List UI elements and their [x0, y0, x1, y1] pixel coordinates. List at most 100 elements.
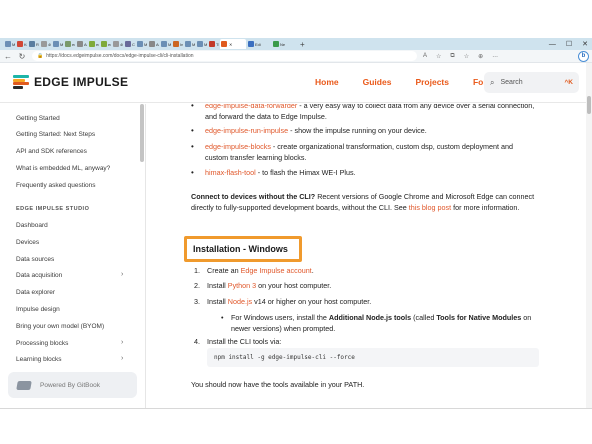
search-button[interactable]: ⌕ Search ^K — [484, 72, 579, 93]
heading-text: Installation - Windows — [193, 244, 288, 254]
lock-icon: 🔒 — [37, 53, 44, 59]
sidebar-item[interactable]: Dashboard — [16, 222, 48, 229]
new-tab-button[interactable]: + — [300, 40, 305, 49]
sidebar-item[interactable]: What is embedded ML, anyway? — [16, 165, 110, 172]
tab-label: Mo — [144, 41, 147, 47]
browser-tab[interactable]: 404 — [112, 39, 123, 49]
browser-tab[interactable]: Ins — [172, 39, 183, 49]
tab-favicon-icon — [17, 41, 23, 47]
sidebar-item[interactable]: API and SDK references — [16, 148, 87, 155]
minimize-icon[interactable]: — — [549, 41, 556, 48]
sidebar-item[interactable]: Data acquisition — [16, 272, 62, 279]
tab-favicon-icon — [248, 41, 254, 47]
extensions-icon[interactable]: ⊕ — [478, 53, 483, 60]
nav-link-guides[interactable]: Guides — [363, 77, 392, 87]
tab-favicon-icon — [5, 41, 11, 47]
browser-tab[interactable]: ✕ — [220, 39, 246, 49]
tab-favicon-icon — [197, 41, 203, 47]
sidebar-item[interactable]: Devices — [16, 239, 39, 246]
step-link[interactable]: Python 3 — [228, 281, 256, 290]
sidebar-item[interactable]: Processing blocks — [16, 340, 68, 347]
tab-label: Ke — [24, 41, 27, 47]
code-block[interactable]: npm install -g edge-impulse-cli --force — [207, 348, 539, 367]
logo-text: EDGE IMPULSE — [34, 75, 129, 89]
browser-tab[interactable]: Acc — [76, 39, 87, 49]
blog-post-link[interactable]: this blog post — [409, 203, 451, 212]
back-arrow-icon[interactable]: ← — [4, 52, 12, 61]
tab-label: Edi — [255, 41, 261, 47]
windows-node-tools-note: For Windows users, install the Additiona… — [221, 312, 541, 334]
sidebar-item[interactable]: Data explorer — [16, 289, 55, 296]
browser-tab[interactable]: Thi — [208, 39, 219, 49]
cli-tool-bullet: edge-impulse-blocks - create organizatio… — [191, 141, 536, 163]
browser-tab[interactable]: Mo — [52, 39, 63, 49]
sidebar-item[interactable]: Frequently asked questions — [16, 182, 96, 189]
powered-by-gitbook[interactable]: Powered By GitBook — [8, 372, 137, 398]
step-text-pre: Install — [207, 281, 228, 290]
tab-favicon-icon — [113, 41, 119, 47]
sidebar-item[interactable]: Impulse design — [16, 306, 60, 313]
chevron-right-icon[interactable]: › — [121, 271, 123, 278]
sidebar-item[interactable]: Data sources — [16, 256, 54, 263]
chevron-right-icon[interactable]: › — [121, 355, 123, 362]
sidebar-item[interactable]: Learning blocks — [16, 356, 62, 363]
edge-impulse-logo[interactable]: EDGE IMPULSE — [13, 75, 129, 90]
sidebar-scrollbar[interactable] — [140, 104, 144, 162]
browser-tab[interactable]: Mo — [136, 39, 147, 49]
cli-tool-link[interactable]: himax-flash-tool — [205, 168, 256, 177]
sidebar-item[interactable]: Bring your own model (BYOM) — [16, 323, 104, 330]
more-menu-icon[interactable]: … — [492, 53, 498, 59]
gitbook-label: Powered By GitBook — [40, 381, 100, 389]
step-text-post: v14 or higher on your host computer. — [252, 297, 372, 306]
browser-tab[interactable]: Mo — [4, 39, 15, 49]
step-link[interactable]: Node.js — [228, 297, 252, 306]
chevron-right-icon[interactable]: › — [121, 339, 123, 346]
browser-tab[interactable]: Ne — [272, 39, 296, 49]
bing-copilot-icon[interactable]: b — [578, 51, 589, 62]
tab-close-icon[interactable]: ✕ — [229, 42, 232, 47]
step-text-pre: Create an — [207, 266, 241, 275]
cli-tool-link[interactable]: edge-impulse-run-impulse — [205, 126, 288, 135]
favorite-icon[interactable]: ☆ — [436, 53, 441, 60]
cli-tool-bullet: himax-flash-tool - to flash the Himax WE… — [191, 167, 536, 178]
split-screen-icon[interactable]: ⧉ — [450, 53, 454, 60]
browser-tab[interactable]: Arc — [148, 39, 159, 49]
read-aloud-icon[interactable]: A — [423, 53, 427, 59]
step-link[interactable]: Edge Impulse account — [241, 266, 312, 275]
page-scrollbar-thumb[interactable] — [587, 96, 591, 114]
browser-tab-bar: Mo Ke Re 404 Mo eco Acc edg edg 404 CO Mo Arc Mo Ins Mo… — [0, 38, 592, 50]
browser-tab[interactable]: eco — [64, 39, 75, 49]
step-text: Install Node.js v14 or higher on your ho… — [207, 296, 542, 307]
browser-tab[interactable]: Mo — [196, 39, 207, 49]
browser-tab[interactable]: edg — [100, 39, 111, 49]
gitbook-icon — [16, 380, 32, 390]
maximize-icon[interactable]: ☐ — [566, 40, 572, 48]
refresh-icon[interactable]: ↻ — [18, 52, 26, 61]
browser-tab[interactable]: CO — [124, 39, 135, 49]
browser-tab[interactable]: 404 — [40, 39, 51, 49]
step-text: Create an Edge Impulse account. — [207, 265, 542, 276]
logo-mark-icon — [13, 75, 29, 90]
page-scrollbar-track[interactable] — [586, 63, 592, 408]
sidebar-item[interactable]: Getting Started: Next Steps — [16, 131, 95, 138]
address-bar-icons: A ☆ ⧉ ☆ ⊕ … — [423, 53, 498, 60]
browser-tab[interactable]: Mo — [160, 39, 171, 49]
tab-label: Mo — [192, 41, 195, 47]
browser-tab[interactable]: Re — [28, 39, 39, 49]
browser-tab[interactable]: Ke — [16, 39, 27, 49]
favorites-bar-icon[interactable]: ☆ — [464, 53, 469, 60]
tab-favicon-icon — [185, 41, 191, 47]
nav-link-projects[interactable]: Projects — [415, 77, 449, 87]
nav-link-home[interactable]: Home — [315, 77, 339, 87]
close-window-icon[interactable]: ✕ — [582, 40, 588, 48]
sidebar-item[interactable]: Getting Started — [16, 115, 60, 122]
path-availability-paragraph: You should now have the tools available … — [191, 380, 365, 389]
cli-tool-link[interactable]: edge-impulse-blocks — [205, 142, 271, 151]
tab-label: Arc — [156, 41, 159, 47]
url-field[interactable]: 🔒 https://docs.edgeimpulse.com/docs/edge… — [32, 51, 417, 61]
cli-tool-link[interactable]: edge-impulse-data-forwarder — [205, 104, 297, 110]
browser-tab[interactable]: Mo — [184, 39, 195, 49]
tab-favicon-icon — [101, 41, 107, 47]
browser-tab[interactable]: Edi — [247, 39, 271, 49]
browser-tab[interactable]: edg — [88, 39, 99, 49]
